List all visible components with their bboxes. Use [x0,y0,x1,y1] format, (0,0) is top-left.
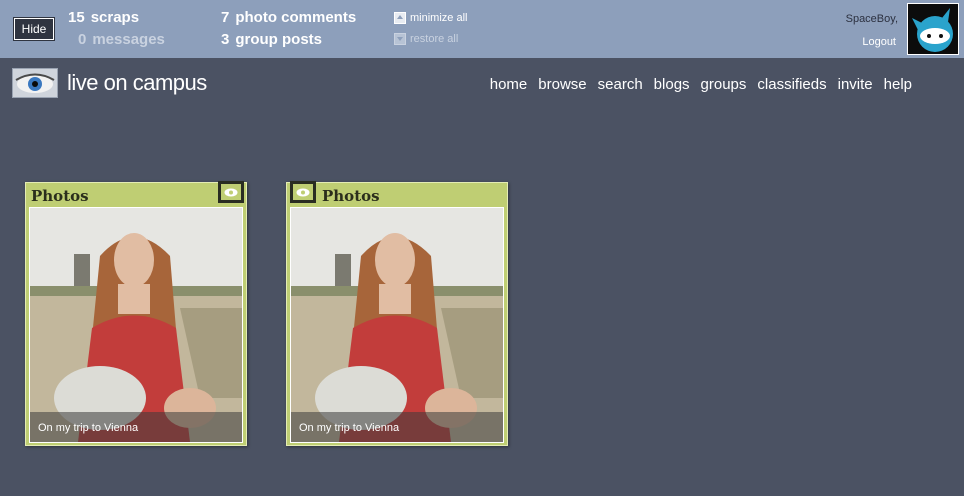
hide-button[interactable]: Hide [14,18,54,40]
view-toggle-button[interactable] [290,181,316,203]
site-title[interactable]: live on campus [67,70,207,96]
nav-blogs[interactable]: blogs [654,76,690,93]
eye-graphic [13,69,57,97]
status-bar: Hide 15 scraps 0 messages 7 photo comments … [0,0,964,58]
scraps-number: 15 [68,9,85,26]
avatar[interactable] [907,3,959,55]
nav-invite[interactable]: invite [838,76,873,93]
widget-title[interactable]: Photos [31,187,89,205]
nav-groups[interactable]: groups [701,76,747,93]
scraps-label: scraps [90,9,140,26]
minimize-icon [394,12,406,24]
nav-home[interactable]: home [490,76,528,93]
group-posts-count[interactable]: 3 group posts [221,31,322,48]
photo-comments-count[interactable]: 7 photo comments [221,9,356,26]
photo-caption: On my trip to Vienna [38,422,139,434]
messages-label: messages [92,31,165,48]
photos-widget: Photos On my trip to Vienna [286,181,508,446]
avatar-icon [908,4,958,54]
logout-link[interactable]: Logout [862,36,896,48]
minimize-all-label: minimize all [410,12,468,24]
restore-all-button[interactable]: restore all [394,33,458,45]
nav-browse[interactable]: browse [538,76,586,93]
scraps-count[interactable]: 15 scraps [68,9,139,26]
widget-title[interactable]: Photos [322,187,380,205]
restore-all-label: restore all [410,33,459,45]
minimize-all-button[interactable]: minimize all [394,12,467,24]
main-nav: home browse search blogs groups classifi… [490,76,912,93]
restore-icon [394,33,406,45]
view-toggle-button[interactable] [218,181,244,203]
eye-icon [221,184,241,200]
photos-widget: Photos On my trip to Vienna [25,181,247,446]
photo-image [30,208,242,442]
photo-thumbnail[interactable]: On my trip to Vienna [290,207,504,443]
group-posts-label: group posts [235,31,323,48]
messages-count[interactable]: 0 messages [78,31,165,48]
eye-icon [293,184,313,200]
nav-search[interactable]: search [598,76,643,93]
photo-comments-number: 7 [221,9,230,26]
nav-classifieds[interactable]: classifieds [757,76,826,93]
photo-thumbnail[interactable]: On my trip to Vienna [29,207,243,443]
username: SpaceBoy, [845,13,898,25]
nav-help[interactable]: help [884,76,912,93]
photo-caption: On my trip to Vienna [299,422,400,434]
group-posts-number: 3 [221,31,230,48]
photo-comments-label: photo comments [235,9,357,26]
photo-image [291,208,503,442]
logo-eye-icon[interactable] [12,68,58,98]
messages-number: 0 [78,31,87,48]
